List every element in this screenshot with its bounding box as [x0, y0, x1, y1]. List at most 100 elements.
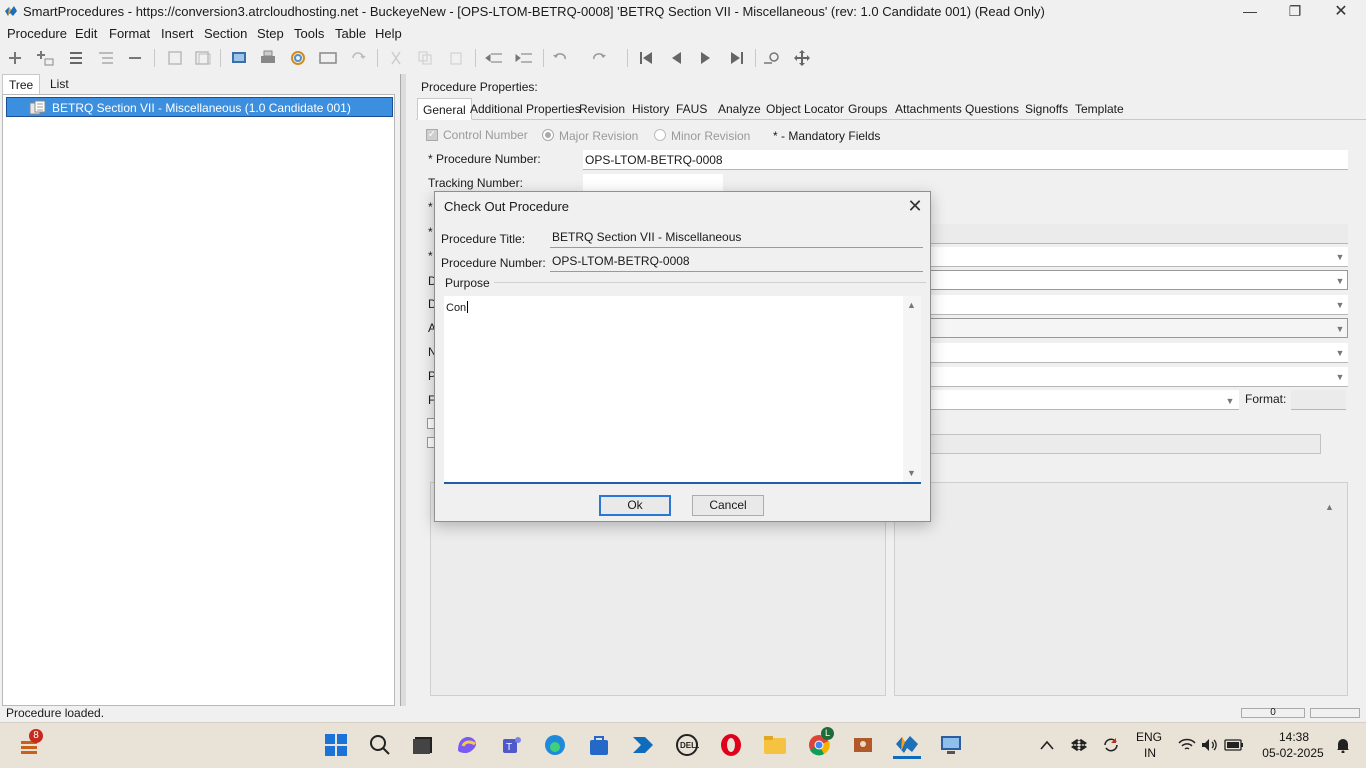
sync-icon[interactable] — [1098, 731, 1124, 759]
menu-edit[interactable]: Edit — [75, 26, 97, 41]
tree-item[interactable]: BETRQ Section VII - Miscellaneous (1.0 C… — [6, 97, 393, 117]
file-explorer-icon[interactable] — [761, 731, 789, 759]
add-child-icon[interactable] — [35, 48, 55, 68]
undo-icon[interactable] — [552, 48, 572, 68]
smartprocedures-taskbar-icon[interactable] — [893, 731, 921, 759]
save-all-icon[interactable] — [193, 48, 213, 68]
weather-icon[interactable]: 8 — [16, 729, 44, 759]
tab-template[interactable]: Template — [1070, 98, 1129, 120]
move-icon[interactable] — [792, 48, 812, 68]
teams-icon[interactable]: T — [497, 731, 525, 759]
control-number-checkbox[interactable]: ✓ — [426, 129, 438, 141]
menu-step[interactable]: Step — [257, 26, 284, 41]
tab-faus[interactable]: FAUS — [671, 98, 712, 120]
insert-step-icon[interactable] — [66, 48, 86, 68]
power-automate-icon[interactable] — [629, 731, 657, 759]
view-icon[interactable] — [318, 48, 338, 68]
tab-groups[interactable]: Groups — [843, 98, 892, 120]
menu-table[interactable]: Table — [335, 26, 366, 41]
close-icon[interactable]: ✕ — [905, 196, 925, 216]
opera-icon[interactable] — [717, 731, 745, 759]
chevron-up-icon[interactable] — [1034, 731, 1060, 759]
field-row-12[interactable] — [924, 434, 1321, 454]
maximize-button[interactable]: ❐ — [1272, 0, 1318, 22]
combo-row-8[interactable] — [924, 318, 1348, 338]
wifi-icon[interactable] — [1176, 731, 1198, 759]
print-icon[interactable] — [258, 48, 278, 68]
chevron-down-icon[interactable]: ▼ — [1334, 347, 1346, 359]
dropbox-icon[interactable] — [1066, 731, 1092, 759]
tab-questions[interactable]: Questions — [960, 98, 1024, 120]
chevron-down-icon[interactable]: ▼ — [1334, 371, 1346, 383]
combo-row-11[interactable] — [924, 390, 1239, 410]
purpose-scrollbar[interactable]: ▲ ▼ — [903, 296, 921, 482]
close-window-button[interactable]: ✕ — [1318, 0, 1364, 22]
ok-button[interactable]: Ok — [599, 495, 671, 516]
outdent-icon[interactable] — [484, 48, 504, 68]
minimize-button[interactable]: — — [1227, 0, 1273, 22]
menu-procedure[interactable]: Procedure — [7, 26, 67, 41]
procedure-title-field[interactable]: BETRQ Section VII - Miscellaneous — [550, 230, 923, 248]
task-view-icon[interactable] — [409, 731, 437, 759]
pane-splitter[interactable] — [400, 74, 406, 706]
chevron-down-icon[interactable]: ▼ — [1334, 275, 1346, 287]
chrome-icon[interactable]: L — [805, 727, 834, 759]
combo-row-9[interactable] — [924, 343, 1348, 363]
redo-icon[interactable] — [591, 48, 611, 68]
search-icon[interactable] — [366, 731, 394, 759]
cancel-button[interactable]: Cancel — [692, 495, 764, 516]
save-icon[interactable] — [165, 48, 185, 68]
next-icon[interactable] — [696, 48, 716, 68]
menu-tools[interactable]: Tools — [294, 26, 324, 41]
purpose-textarea[interactable]: Con ▲ ▼ — [444, 296, 921, 484]
search-icon[interactable] — [762, 48, 782, 68]
battery-icon[interactable] — [1222, 731, 1246, 759]
combo-row-7[interactable] — [924, 295, 1348, 315]
store-icon[interactable] — [585, 731, 613, 759]
add-icon[interactable] — [5, 48, 25, 68]
refresh-icon[interactable] — [288, 48, 308, 68]
procedure-number-field[interactable]: OPS-LTOM-BETRQ-0008 — [550, 254, 923, 272]
volume-icon[interactable] — [1199, 731, 1221, 759]
scroll-down-icon[interactable]: ▼ — [907, 468, 916, 478]
tab-analyze[interactable]: Analyze — [713, 98, 766, 120]
tab-revision[interactable]: Revision — [574, 98, 630, 120]
menu-insert[interactable]: Insert — [161, 26, 194, 41]
tab-tree[interactable]: Tree — [2, 74, 41, 95]
tab-object-locator[interactable]: Object Locator — [761, 98, 849, 120]
remote-app-icon[interactable] — [849, 731, 877, 759]
format-field[interactable] — [1291, 390, 1346, 410]
chevron-down-icon[interactable]: ▼ — [1334, 251, 1346, 263]
tab-attachments[interactable]: Attachments — [890, 98, 967, 120]
clock-time[interactable]: 14:38 — [1262, 730, 1326, 744]
cut-icon[interactable] — [386, 48, 406, 68]
combo-row-10[interactable] — [924, 367, 1348, 387]
chevron-down-icon[interactable]: ▼ — [1334, 323, 1346, 335]
scroll-up-icon[interactable]: ▲ — [907, 300, 916, 310]
sync-icon[interactable] — [348, 48, 368, 68]
tab-additional-properties[interactable]: Additional Properties — [465, 98, 586, 120]
copilot-icon[interactable] — [453, 731, 481, 759]
dell-icon[interactable]: DELL — [673, 731, 701, 759]
remote-desktop-icon[interactable] — [937, 731, 965, 759]
tab-history[interactable]: History — [627, 98, 674, 120]
last-icon[interactable] — [727, 48, 747, 68]
previous-icon[interactable] — [666, 48, 686, 68]
tab-list[interactable]: List — [44, 74, 75, 94]
menu-help[interactable]: Help — [375, 26, 402, 41]
chevron-down-icon[interactable]: ▼ — [1224, 395, 1236, 407]
start-icon[interactable] — [322, 731, 350, 759]
combo-row-5[interactable] — [924, 247, 1348, 267]
notification-bell-icon[interactable] — [1332, 731, 1354, 759]
major-revision-radio[interactable] — [542, 129, 554, 141]
indent-icon[interactable] — [514, 48, 534, 68]
outline-icon[interactable] — [96, 48, 116, 68]
chevron-down-icon[interactable]: ▼ — [1334, 299, 1346, 311]
menu-section[interactable]: Section — [204, 26, 247, 41]
menu-format[interactable]: Format — [109, 26, 150, 41]
field-row-4[interactable] — [924, 224, 1348, 244]
remove-icon[interactable] — [125, 48, 145, 68]
tab-signoffs[interactable]: Signoffs — [1020, 98, 1073, 120]
scroll-up-icon[interactable]: ▲ — [1325, 502, 1334, 512]
procedure-number-field[interactable]: OPS-LTOM-BETRQ-0008 — [583, 150, 1348, 170]
